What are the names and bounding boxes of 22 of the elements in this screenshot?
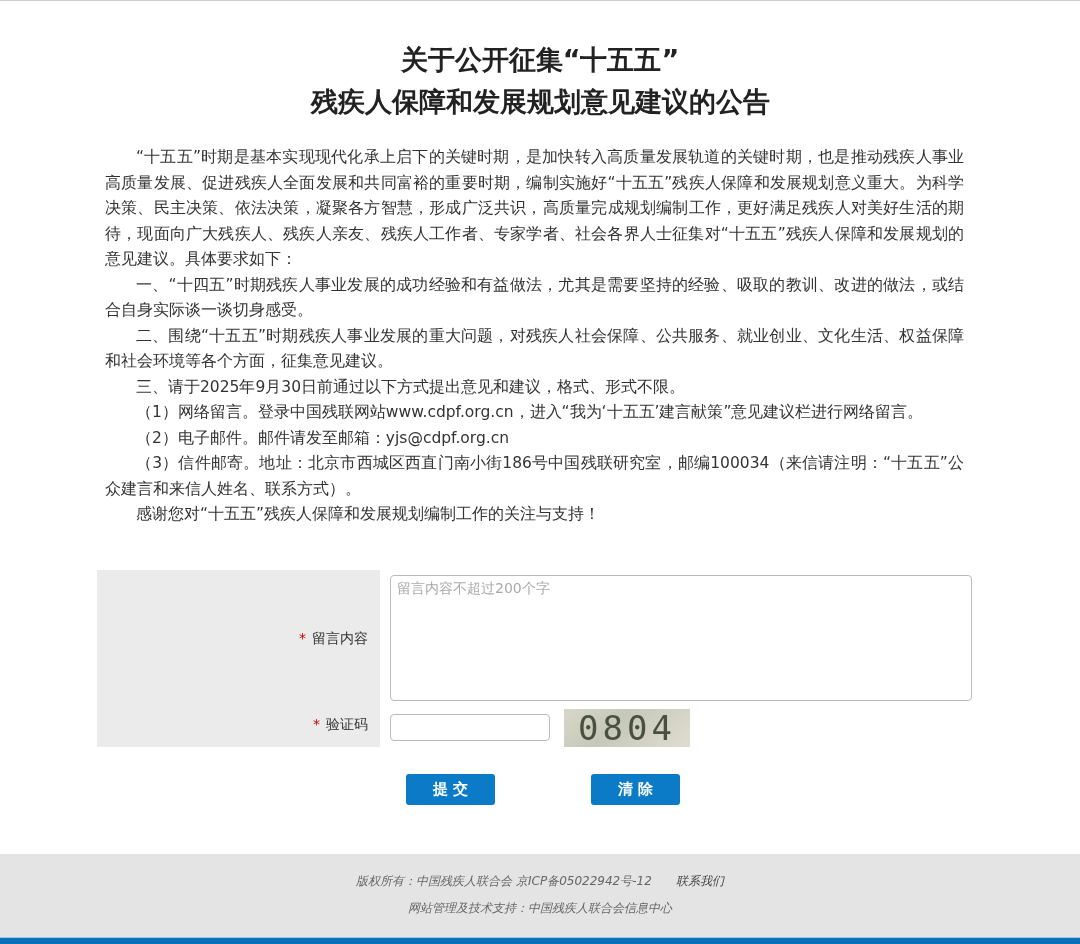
paragraph: （3）信件邮寄。地址：北京市西城区西直门南小街186号中国残联研究室，邮编100034（来信请注明：“十五五”公众建言和来信人姓名、联系方式）。 [105,453,964,500]
support-text: 网站管理及技术支持：中国残疾人联合会信息中心 [408,900,672,918]
paragraph: “十五五”时期是基本实现现代化承上启下的关键时期，是加快转入高质量发展轨道的关键时期，也是推动残疾人事业高质量发展、促进残疾人全面发展和共同富裕的重要时期，编制实施好“十五五”残疾人保障和发展规划意义重大。为科学决策、民主决策、依法决策，凝聚各方智慧，形成广泛共识，高质量完成规划编制工作，更好满足残疾人对美好生活的期待，现面向广大残疾人、残疾人亲友、残疾人工作者、专家学者、社会各界人士征集对“十五五”残疾人保障和发展规划的意见建议。具体要求如下： [105,147,964,270]
paragraph: （1）网络留言。登录中国残联网站www.cdpf.org.cn，进入“我为‘十五五’建言献策”意见建议栏进行网络留言。 [135,402,925,423]
contact-link[interactable]: 联系我们 [675,873,724,891]
clear-button[interactable]: 清 除 [591,773,680,805]
captcha-image: 0804 [564,708,690,747]
paragraph: 一、“十四五”时期残疾人事业发展的成功经验和有益做法，尤其是需要坚持的经验、吸取的教训、改进的做法，或结合自身实际谈一谈切身感受。 [105,274,964,321]
copyright-text: 版权所有：中国残疾人联合会 京ICP备05022942号-12 [356,873,652,891]
required-mark: * [299,629,306,648]
required-mark: * [313,715,320,734]
notice-title: 残疾人保障和发展规划意见建议的公告 [310,85,770,119]
field-label: 验证码 [326,715,368,734]
notice-title: 关于公开征集“十五五” [400,43,680,77]
paragraph: 三、请于2025年9月30日前通过以下方式提出意见和建议，格式、形式不限。 [135,376,687,398]
paragraph: 二、围绕“十五五”时期残疾人事业发展的重大问题，对残疾人社会保障、公共服务、就业创业、文化生活、权益保障和社会环境等各个方面，征集意见建议。 [105,325,964,372]
captcha-field[interactable] [390,714,550,741]
paragraph: 感谢您对“十五五”残疾人保障和发展规划编制工作的关注与支持！ [135,504,602,525]
message-field[interactable]: 留言内容不超过200个字 [390,574,972,701]
paragraph: （2）电子邮件。邮件请发至邮箱：yjs@cdpf.org.cn [135,427,511,449]
submit-button[interactable]: 提 交 [406,773,495,805]
field-label: 留言内容 [312,629,368,648]
